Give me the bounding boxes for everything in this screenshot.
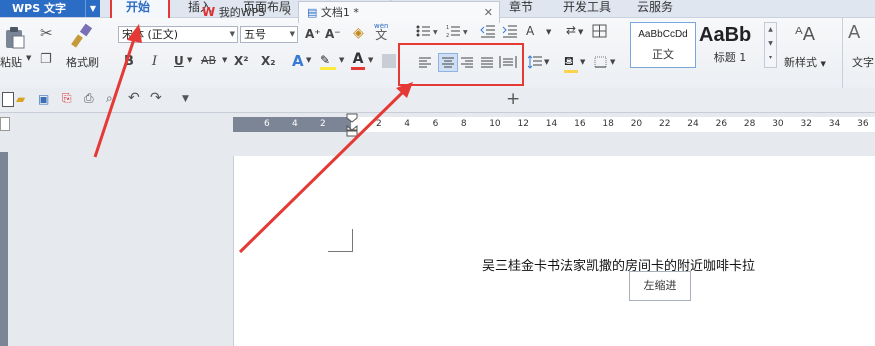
arrow-to-alignment: [238, 90, 405, 254]
arrow-to-home-tab: [93, 35, 137, 158]
arrowhead: [127, 24, 142, 43]
annotation-arrows: [93, 24, 413, 254]
